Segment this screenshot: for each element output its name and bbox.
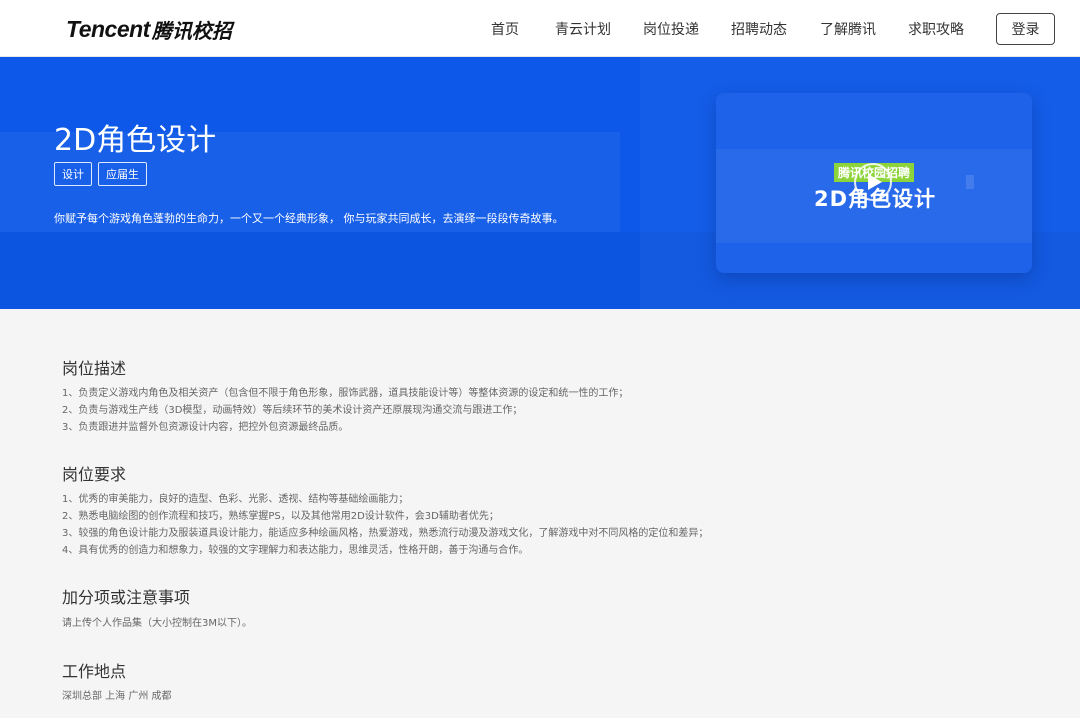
section-title-bonus: 加分项或注意事项 xyxy=(62,588,191,607)
job-tags: 设计 应届生 xyxy=(54,162,147,186)
section-title-description: 岗位描述 xyxy=(62,359,127,378)
nav-item-jobs[interactable]: 岗位投递 xyxy=(643,19,699,39)
requirements-list: 1、优秀的审美能力，良好的造型、色彩、光影、透视、结构等基础绘画能力； 2、熟悉… xyxy=(62,491,708,559)
list-item: 3、较强的角色设计能力及服装道具设计能力，能适应多种绘画风格，热爱游戏，熟悉流行… xyxy=(62,528,709,539)
login-button[interactable]: 登录 xyxy=(996,13,1055,45)
job-title: 2D角色设计 xyxy=(54,123,217,158)
play-icon[interactable] xyxy=(854,163,892,201)
job-tagline: 你赋予每个游戏角色蓬勃的生命力，一个又一个经典形象， 你与玩家共同成长，去演绎一… xyxy=(54,212,564,225)
location-list: 深圳总部 上海 广州 成都 xyxy=(62,688,172,705)
tag-category: 设计 xyxy=(54,162,92,186)
list-item: 3、负责跟进并监督外包资源设计内容，把控外包资源最终品质。 xyxy=(62,422,349,433)
nav-item-news[interactable]: 招聘动态 xyxy=(731,19,787,39)
section-title-location: 工作地点 xyxy=(62,662,127,681)
list-item: 4、具有优秀的创造力和想象力，较强的文字理解力和表达能力，思维灵活，性格开朗，善… xyxy=(62,545,529,556)
list-item: 深圳总部 上海 广州 成都 xyxy=(62,691,172,702)
list-item: 1、优秀的审美能力，良好的造型、色彩、光影、透视、结构等基础绘画能力； xyxy=(62,494,409,505)
nav-item-guide[interactable]: 求职攻略 xyxy=(908,19,964,39)
list-item: 1、负责定义游戏内角色及相关资产（包含但不限于角色形象，服饰武器，道具技能设计等… xyxy=(62,388,629,399)
tag-recruit-type: 应届生 xyxy=(98,162,147,186)
bonus-list: 请上传个人作品集（大小控制在3M以下）。 xyxy=(62,615,252,632)
job-video-card[interactable]: 腾讯校园招聘 2D角色设计 xyxy=(716,93,1032,273)
nav-item-qingyun[interactable]: 青云计划 xyxy=(555,19,611,39)
list-item: 2、负责与游戏生产线（3D模型，动画特效）等后续环节的美术设计资产还原展现沟通交… xyxy=(62,405,523,416)
section-title-requirements: 岗位要求 xyxy=(62,465,127,484)
hero-banner: 2D角色设计 设计 应届生 你赋予每个游戏角色蓬勃的生命力，一个又一个经典形象，… xyxy=(0,57,1080,309)
main-nav: 首页 青云计划 岗位投递 招聘动态 了解腾讯 求职攻略 xyxy=(0,0,1080,57)
top-header: Tencent 腾讯校招 首页 青云计划 岗位投递 招聘动态 了解腾讯 求职攻略… xyxy=(0,0,1080,57)
description-list: 1、负责定义游戏内角色及相关资产（包含但不限于角色形象，服饰武器，道具技能设计等… xyxy=(62,385,628,436)
video-decor-mark xyxy=(966,175,974,189)
list-item: 2、熟悉电脑绘图的创作流程和技巧，熟练掌握PS，以及其他常用2D设计软件，会3D… xyxy=(62,511,499,522)
nav-item-home[interactable]: 首页 xyxy=(491,19,519,39)
list-item: 请上传个人作品集（大小控制在3M以下）。 xyxy=(62,618,252,629)
nav-item-about[interactable]: 了解腾讯 xyxy=(820,19,876,39)
